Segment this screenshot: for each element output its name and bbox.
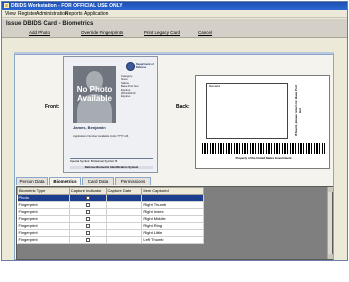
remarks-box: Remarks [206,83,288,139]
cell-biometric-type: Fingerprint [17,222,70,230]
cell-biometric-type: Fingerprint [17,236,70,244]
print-legacy-card-button[interactable]: Print Legacy Card [144,30,180,35]
cell-capture-indicator [69,236,107,244]
capture-checkbox[interactable] [86,209,91,214]
menu-register[interactable]: Register [18,11,37,17]
cell-biometric-type: Fingerprint [17,229,70,237]
table-row[interactable]: Fingerprint Right Ring [17,222,204,230]
table-row[interactable]: Fingerprint Right Index [17,208,204,216]
tab-card-data[interactable]: Card Data [82,177,114,185]
column-header-item-captured[interactable]: Item Captured [141,187,204,195]
property-statement: Property of the United States Government [235,156,292,160]
photo-placeholder: No Photo Available [73,66,116,123]
cell-capture-indicator [69,194,107,202]
table-row[interactable]: Photo [17,194,204,202]
capture-checkbox[interactable] [86,216,91,221]
card-info-line: Expires [121,94,131,99]
card-front-preview: No Photo Available Department of Defense… [63,56,158,173]
card-system-name: Defense Biometric Identification System [70,165,153,170]
tab-permissions[interactable]: Permissions [115,177,151,185]
capture-checkbox[interactable] [86,195,91,200]
capture-checkbox[interactable] [86,237,91,242]
capture-checkbox[interactable] [86,202,91,207]
grid-scrollbar[interactable] [327,187,333,259]
cell-item-captured: Right Index [141,208,204,216]
scroll-down-icon[interactable] [328,254,333,259]
page-header: Issue DBIDS Card - Biometrics Add Photo … [2,19,347,38]
back-label: Back: [176,104,190,110]
card-symbols: Special Symbol: B Rational Symbol: B [70,159,118,163]
card-holder-name: James, Benjamin [73,125,106,130]
menu-view[interactable]: View [5,11,16,17]
card-department: Department of Defense [136,63,154,69]
cancel-button[interactable]: Cancel [198,30,212,35]
window-title: DBIDS Workstation - FOR OFFICIAL USE ONL… [11,3,123,9]
card-details: Application Number Available Units ????-… [73,134,129,138]
override-fingerprints-button[interactable]: Override Fingerprints [81,30,123,35]
no-photo-text: No Photo Available [76,85,113,103]
cell-item-captured: Right Ring [141,222,204,230]
table-row[interactable]: Fingerprint Right Thumb [17,201,204,209]
title-bar[interactable]: DBIDS Workstation - FOR OFFICIAL USE ONL… [2,2,347,10]
cell-capture-indicator [69,201,107,209]
column-header-capture-date[interactable]: Capture Date [105,187,143,195]
remarks-label: Remarks [209,84,221,88]
page-footer [0,262,349,282]
app-icon [4,3,9,8]
menu-application[interactable]: Application [84,11,108,17]
cell-item-captured: Right Thumb [141,201,204,209]
column-header-biometric-type[interactable]: Biometric Type [17,187,70,195]
cell-item-captured: Right Middle [141,215,204,223]
cell-capture-indicator [69,222,107,230]
cell-capture-date [106,229,143,237]
cell-capture-indicator [69,215,107,223]
cell-capture-date [106,222,143,230]
menu-bar: View Register Administration Reports App… [2,10,347,18]
capture-checkbox[interactable] [86,230,91,235]
cell-biometric-type: Fingerprint [17,201,70,209]
scroll-up-icon[interactable] [328,187,333,192]
cell-biometric-type: Photo [17,194,70,202]
biometrics-grid: Biometric Type Capture Indicator Capture… [16,186,333,260]
dod-seal-icon [126,62,135,71]
tab-person-data[interactable]: Person Data [16,177,48,185]
cell-capture-date [106,194,143,202]
cell-capture-indicator [69,229,107,237]
cell-capture-indicator [69,208,107,216]
cell-capture-date [106,215,143,223]
cell-item-captured [141,194,204,202]
cell-biometric-type: Fingerprint [17,208,70,216]
cell-capture-date [106,201,143,209]
capture-checkbox[interactable] [86,223,91,228]
card-back-preview: Remarks If found, please return to: Base… [195,75,330,169]
page-title: Issue DBIDS Card - Biometrics [6,21,94,27]
return-address: If found, please return to: Base Port Ge… [294,85,302,137]
cell-capture-date [106,208,143,216]
card-info-block: Category None Status Base Port Gel Expir… [121,74,157,99]
column-header-capture-indicator[interactable]: Capture Indicator [68,187,107,195]
table-row[interactable]: Fingerprint Right Middle [17,215,204,223]
cell-capture-date [106,236,143,244]
add-photo-button[interactable]: Add Photo [29,30,50,35]
barcode [202,143,325,154]
cell-item-captured: Right Little [141,229,204,237]
biometrics-table: Biometric Type Capture Indicator Capture… [17,187,204,244]
menu-reports[interactable]: Reports [65,11,83,17]
card-footer: Special Symbol: B Rational Symbol: B Def… [70,158,153,171]
menu-administration[interactable]: Administration [36,11,68,17]
tab-biometrics[interactable]: Biometrics [49,177,81,185]
table-row[interactable]: Fingerprint Right Little [17,229,204,237]
table-row[interactable]: Fingerprint Left Thumb [17,236,204,244]
cell-item-captured: Left Thumb [141,236,204,244]
cell-biometric-type: Fingerprint [17,215,70,223]
front-label: Front: [45,104,60,110]
